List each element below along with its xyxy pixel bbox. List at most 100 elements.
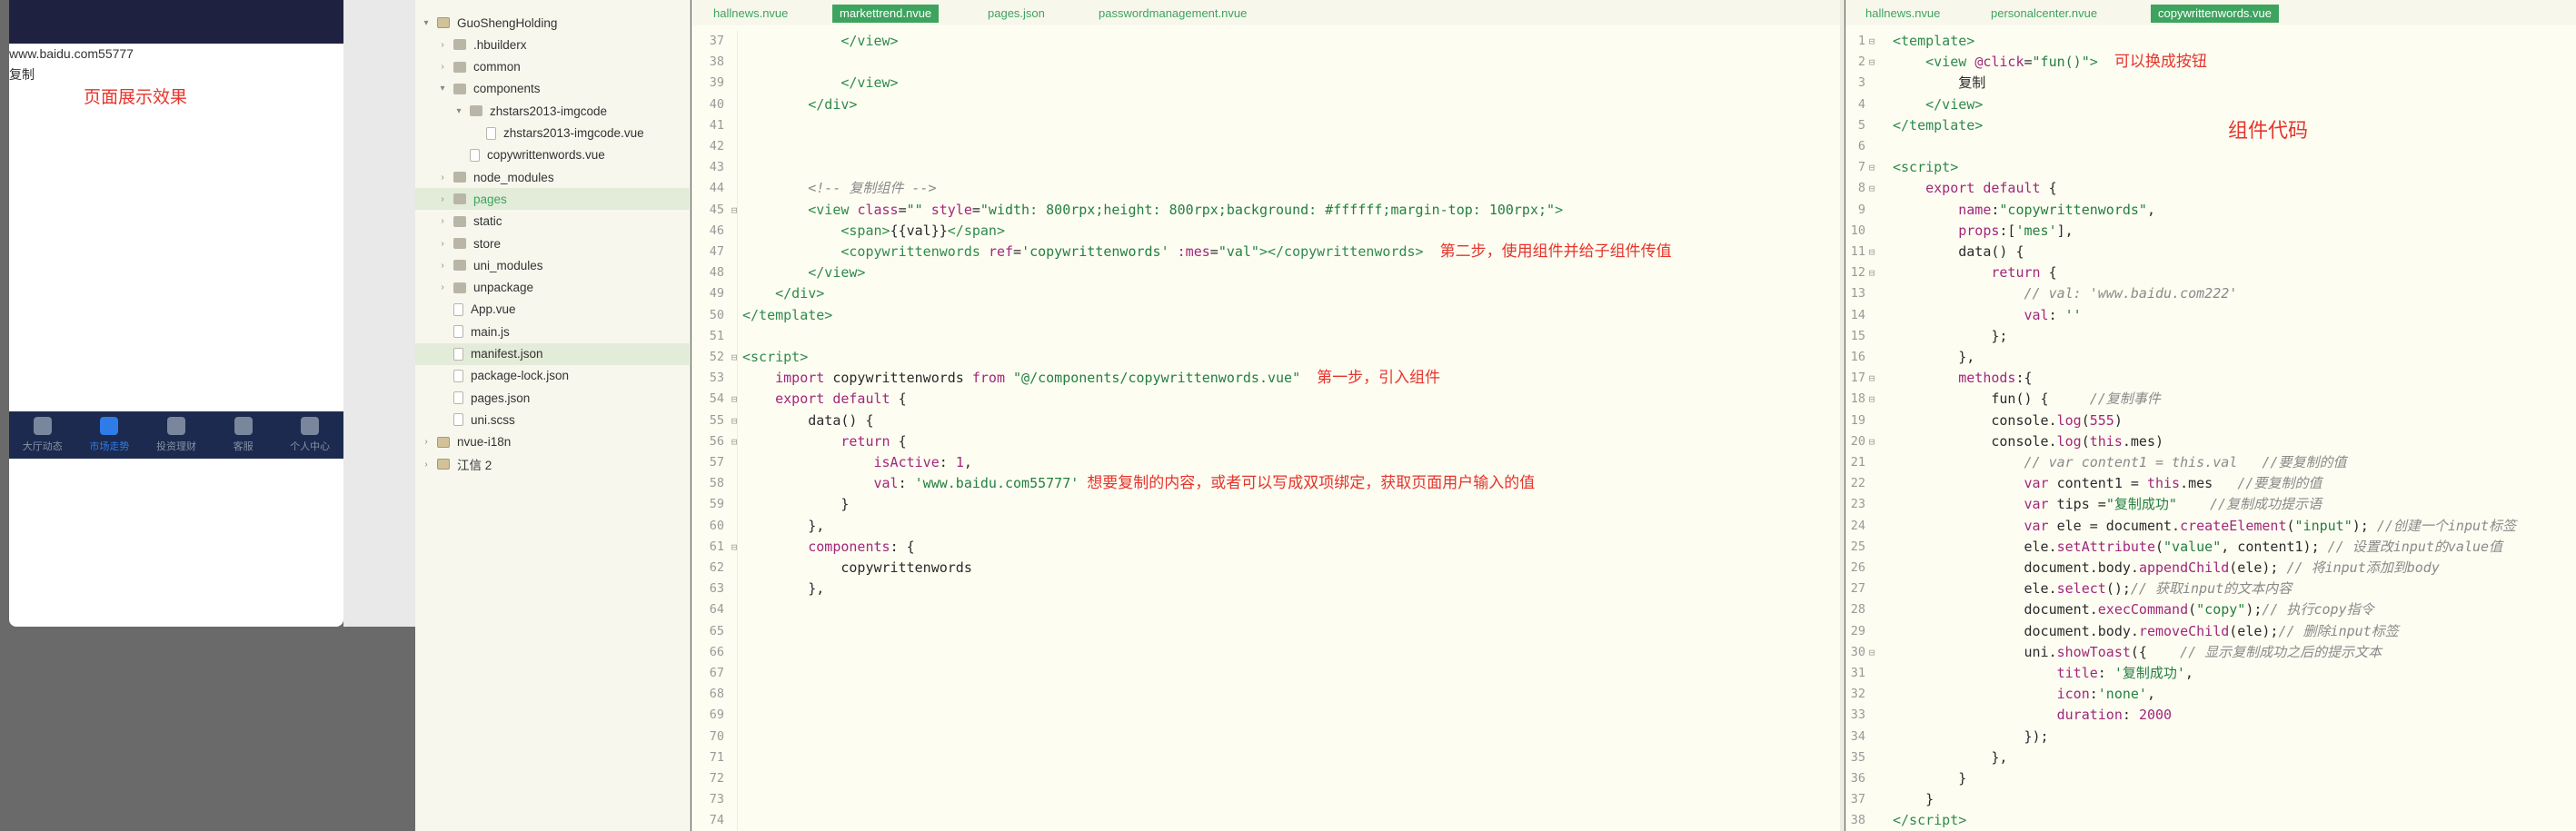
chevron-right-icon[interactable]: › bbox=[437, 194, 448, 204]
tree-item[interactable]: ▾ components bbox=[415, 78, 691, 100]
code-line[interactable]: 20 ⊟ console.log(this.mes) bbox=[1845, 431, 2576, 452]
fold-toggle-icon[interactable]: ⊟ bbox=[1865, 431, 1878, 452]
code-line[interactable]: 11 ⊟ data() { bbox=[1845, 242, 2576, 262]
phone-tab-0[interactable]: 大厅动态 bbox=[9, 411, 76, 459]
chevron-right-icon[interactable]: › bbox=[437, 216, 448, 226]
code-line[interactable]: 53 import copywrittenwords from "@/compo… bbox=[691, 368, 1844, 389]
fold-toggle-icon[interactable]: ⊟ bbox=[1865, 52, 1878, 73]
fold-toggle-icon[interactable]: ⊟ bbox=[1865, 262, 1878, 283]
code-line[interactable]: 49 </div> bbox=[691, 283, 1844, 304]
code-line[interactable]: 17 ⊟ methods:{ bbox=[1845, 368, 2576, 389]
code-line[interactable]: 72 bbox=[691, 768, 1844, 789]
code-line[interactable]: 64 bbox=[691, 599, 1844, 620]
tree-item[interactable]: › .hbuilderx bbox=[415, 34, 691, 55]
code-line[interactable]: 63 }, bbox=[691, 579, 1844, 599]
fold-toggle-icon[interactable]: ⊟ bbox=[728, 431, 741, 452]
fold-toggle-icon[interactable]: ⊟ bbox=[1865, 242, 1878, 262]
chevron-right-icon[interactable]: › bbox=[437, 261, 448, 271]
code-line[interactable]: 65 bbox=[691, 621, 1844, 642]
code-line[interactable]: 66 bbox=[691, 642, 1844, 663]
editor-tab[interactable]: pages.json bbox=[980, 5, 1052, 23]
chevron-down-icon[interactable]: ▾ bbox=[437, 84, 448, 94]
tree-item[interactable]: pages.json bbox=[415, 387, 691, 409]
code-line[interactable]: 37 </view> bbox=[691, 31, 1844, 52]
code-line[interactable]: 5 </template> bbox=[1845, 115, 2576, 136]
fold-toggle-icon[interactable]: ⊟ bbox=[728, 411, 741, 431]
editor-tab[interactable]: copywrittenwords.vue bbox=[2151, 5, 2279, 23]
code-line[interactable]: 32 icon:'none', bbox=[1845, 684, 2576, 705]
code-line[interactable]: 6 bbox=[1845, 136, 2576, 157]
fold-toggle-icon[interactable]: ⊟ bbox=[1865, 31, 1878, 52]
editor-tab[interactable]: markettrend.nvue bbox=[832, 5, 940, 23]
fold-toggle-icon[interactable]: ⊟ bbox=[1865, 178, 1878, 199]
code-line[interactable]: 21 // var content1 = this.val //要复制的值 bbox=[1845, 452, 2576, 473]
fold-toggle-icon[interactable]: ⊟ bbox=[1865, 368, 1878, 389]
fold-toggle-icon[interactable]: ⊟ bbox=[1865, 642, 1878, 663]
tree-item[interactable]: copywrittenwords.vue bbox=[415, 144, 691, 166]
code-line[interactable]: 25 ele.setAttribute("value", content1); … bbox=[1845, 537, 2576, 558]
code-line[interactable]: 45 ⊟ <view class="" style="width: 800rpx;… bbox=[691, 200, 1844, 221]
editor-tab[interactable]: hallnews.nvue bbox=[706, 5, 795, 23]
tree-item[interactable]: uni.scss bbox=[415, 409, 691, 430]
code-line[interactable]: 12 ⊟ return { bbox=[1845, 262, 2576, 283]
code-line[interactable]: 62 copywrittenwords bbox=[691, 558, 1844, 579]
chevron-right-icon[interactable]: › bbox=[437, 239, 448, 249]
chevron-right-icon[interactable]: › bbox=[437, 173, 448, 183]
tree-item[interactable]: › node_modules bbox=[415, 166, 691, 188]
code-line[interactable]: 27 ele.select();// 获取input的文本内容 bbox=[1845, 579, 2576, 599]
code-line[interactable]: 19 console.log(555) bbox=[1845, 411, 2576, 431]
code-line[interactable]: 68 bbox=[691, 684, 1844, 705]
code-line[interactable]: 16 }, bbox=[1845, 347, 2576, 368]
code-line[interactable]: 28 document.execCommand("copy");// 执行cop… bbox=[1845, 599, 2576, 620]
code-line[interactable]: 46 <span>{{val}}</span> bbox=[691, 221, 1844, 242]
phone-tab-1[interactable]: 市场走势 bbox=[76, 411, 144, 459]
phone-tab-2[interactable]: 投资理财 bbox=[143, 411, 210, 459]
editor-pane-markettrend[interactable]: hallnews.nvue markettrend.nvue pages.json p… bbox=[691, 0, 1845, 831]
code-area[interactable]: 37 </view> 38 39 </view> 40 </div> 41 42 43 44 … bbox=[691, 31, 1844, 831]
tree-item[interactable]: main.js bbox=[415, 321, 691, 342]
tree-item[interactable]: › static bbox=[415, 211, 691, 232]
tree-item[interactable]: › nvue-i18n bbox=[415, 431, 691, 453]
code-line[interactable]: 44 <!-- 复制组件 --> bbox=[691, 178, 1844, 199]
code-line[interactable]: 22 var content1 = this.mes //要复制的值 bbox=[1845, 473, 2576, 494]
tree-item[interactable]: › 江信 2 bbox=[415, 453, 691, 475]
tree-item[interactable]: › unpackage bbox=[415, 277, 691, 299]
fold-toggle-icon[interactable]: ⊟ bbox=[728, 347, 741, 368]
code-line[interactable]: 1 ⊟ <template> bbox=[1845, 31, 2576, 52]
fold-toggle-icon[interactable]: ⊟ bbox=[1865, 157, 1878, 178]
tree-item[interactable]: package-lock.json bbox=[415, 365, 691, 387]
tree-item[interactable]: ▾ zhstars2013-imgcode bbox=[415, 100, 691, 122]
chevron-right-icon[interactable]: › bbox=[437, 62, 448, 72]
code-line[interactable]: 42 bbox=[691, 136, 1844, 157]
code-line[interactable]: 29 document.body.removeChild(ele);// 删除i… bbox=[1845, 621, 2576, 642]
code-line[interactable]: 39 </view> bbox=[691, 73, 1844, 94]
code-line[interactable]: 61 ⊟ components: { bbox=[691, 537, 1844, 558]
code-line[interactable]: 4 </view> bbox=[1845, 94, 2576, 115]
code-line[interactable]: 54 ⊟ export default { bbox=[691, 389, 1844, 410]
code-line[interactable]: 38 </script> bbox=[1845, 810, 2576, 831]
code-line[interactable]: 33 duration: 2000 bbox=[1845, 705, 2576, 726]
chevron-right-icon[interactable]: › bbox=[437, 282, 448, 292]
fold-toggle-icon[interactable]: ⊟ bbox=[728, 537, 741, 558]
code-line[interactable]: 51 bbox=[691, 326, 1844, 347]
code-line[interactable]: 26 document.body.appendChild(ele); // 将i… bbox=[1845, 558, 2576, 579]
code-line[interactable]: 24 var ele = document.createElement("inp… bbox=[1845, 516, 2576, 537]
code-line[interactable]: 40 </div> bbox=[691, 94, 1844, 115]
code-line[interactable]: 13 // val: 'www.baidu.com222' bbox=[1845, 283, 2576, 304]
code-line[interactable]: 74 bbox=[691, 810, 1844, 831]
code-line[interactable]: 58 val: 'www.baidu.com55777' 想要复制的内容，或者可… bbox=[691, 473, 1844, 494]
tree-item[interactable]: › pages bbox=[415, 188, 691, 211]
editor-scrollbar[interactable] bbox=[1840, 0, 1844, 831]
code-line[interactable]: 9 name:"copywrittenwords", bbox=[1845, 200, 2576, 221]
chevron-right-icon[interactable]: › bbox=[437, 40, 448, 50]
fold-toggle-icon[interactable]: ⊟ bbox=[728, 389, 741, 410]
tree-item[interactable]: › uni_modules bbox=[415, 254, 691, 276]
code-line[interactable]: 36 } bbox=[1845, 768, 2576, 789]
code-line[interactable]: 55 ⊟ data() { bbox=[691, 411, 1844, 431]
code-line[interactable]: 37 } bbox=[1845, 789, 2576, 810]
code-line[interactable]: 35 }, bbox=[1845, 747, 2576, 768]
editor-tab[interactable]: personalcenter.nvue bbox=[1984, 5, 2104, 23]
code-line[interactable]: 2 ⊟ <view @click="fun()"> 可以换成按钮 bbox=[1845, 52, 2576, 73]
code-line[interactable]: 67 bbox=[691, 663, 1844, 684]
phone-tab-4[interactable]: 个人中心 bbox=[276, 411, 343, 459]
